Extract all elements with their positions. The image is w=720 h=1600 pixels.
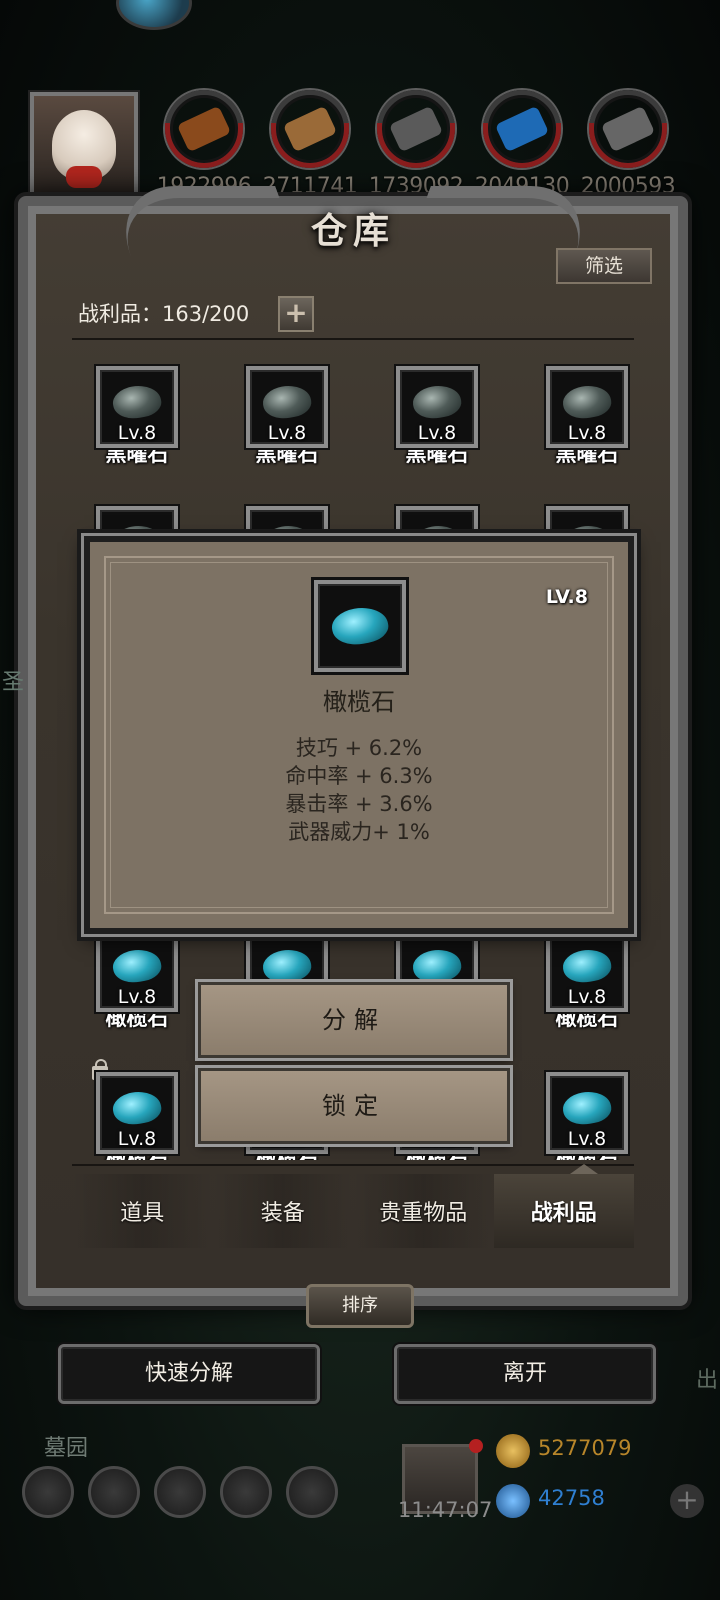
inventory-item[interactable]: Lv.8 黑曜石: [92, 366, 182, 468]
tab-valuables[interactable]: 贵重物品: [353, 1174, 494, 1248]
item-level: Lv.8: [567, 986, 607, 1008]
item-detail-popup: LV.8 橄榄石 技巧 + 6.2% 命中率 + 6.3% 暴击率 + 3.6%…: [84, 536, 634, 934]
sort-button[interactable]: 排序: [306, 1284, 414, 1328]
side-label-right: 出: [695, 1368, 718, 1393]
resource-plank[interactable]: 2711741: [256, 90, 364, 199]
stat-line: 命中率 + 6.3%: [285, 764, 433, 788]
gold-currency: 5277079: [496, 1432, 696, 1470]
olivine-icon: [329, 603, 391, 649]
resource-bar: 1922996 2711741 1739092 2049130 2000593: [150, 90, 680, 200]
side-label-left: 圣: [2, 670, 25, 695]
inventory-item[interactable]: Lv.8 黑曜石: [242, 366, 332, 468]
steel-ingot-icon: [589, 90, 667, 168]
mail-icon[interactable]: [220, 1466, 272, 1518]
stat-line: 暴击率 + 3.6%: [285, 792, 433, 816]
item-level: Lv.8: [567, 422, 607, 444]
gold-coin-icon: [496, 1434, 530, 1468]
olivine-icon: [260, 946, 314, 986]
item-level: Lv.8: [567, 1128, 607, 1150]
gem-icon: [496, 1484, 530, 1518]
decompose-button[interactable]: 分解: [195, 979, 513, 1061]
clock: 11:47:07: [398, 1498, 493, 1522]
expand-capacity-button[interactable]: +: [278, 296, 314, 332]
shop-icon[interactable]: [154, 1466, 206, 1518]
olivine-icon: [110, 946, 164, 986]
add-currency-button[interactable]: +: [670, 1484, 704, 1518]
settings-icon[interactable]: [22, 1466, 74, 1518]
bag-icon[interactable]: [286, 1466, 338, 1518]
rabbit-portrait: [52, 110, 116, 188]
tab-equipment[interactable]: 装备: [212, 1174, 353, 1248]
leave-button[interactable]: 离开: [394, 1344, 656, 1404]
obsidian-icon: [410, 382, 464, 422]
item-level: Lv.8: [117, 986, 157, 1008]
iron-ingot-icon: [377, 90, 455, 168]
active-tab-marker: [570, 1164, 598, 1174]
crystal-icon: [483, 90, 561, 168]
olivine-icon: [110, 1088, 164, 1128]
stat-line: 技巧 + 6.2%: [295, 736, 423, 760]
olivine-icon: [560, 946, 614, 986]
plank-icon: [271, 90, 349, 168]
item-level: Lv.8: [267, 422, 307, 444]
divider: [72, 338, 634, 340]
resource-crystal[interactable]: 2049130: [468, 90, 576, 199]
gem-amount: 42758: [538, 1486, 605, 1510]
obsidian-icon: [110, 382, 164, 422]
inventory-item[interactable]: Lv.8 橄榄石: [92, 930, 182, 1032]
player-avatar[interactable]: [28, 90, 140, 200]
inventory-item[interactable]: Lv.8 黑曜石: [542, 366, 632, 468]
obsidian-icon: [260, 382, 314, 422]
spoils-capacity: 战利品：163/200: [78, 302, 250, 326]
pet-icon[interactable]: [116, 0, 192, 30]
wood-log-icon: [165, 90, 243, 168]
tab-spoils[interactable]: 战利品: [493, 1174, 634, 1248]
inventory-item[interactable]: Lv.8 橄榄石: [542, 930, 632, 1032]
divider: [72, 1164, 634, 1166]
item-level: Lv.8: [117, 422, 157, 444]
item-level: Lv.8: [117, 1128, 157, 1150]
area-name: 墓园: [44, 1436, 89, 1461]
tab-items[interactable]: 道具: [72, 1174, 213, 1248]
star-icon[interactable]: [88, 1466, 140, 1518]
olivine-icon: [410, 946, 464, 986]
stat-line: 武器威力+ 1%: [288, 820, 430, 844]
gold-amount: 5277079: [538, 1436, 632, 1460]
panel-title: 仓库: [310, 210, 395, 252]
obsidian-icon: [560, 382, 614, 422]
lock-button[interactable]: 锁定: [195, 1065, 513, 1147]
item-name: 橄榄石: [323, 688, 395, 716]
resource-iron[interactable]: 1739092: [362, 90, 470, 199]
resource-steel[interactable]: 2000593: [574, 90, 682, 199]
olivine-icon: [560, 1088, 614, 1128]
inventory-item[interactable]: Lv.8 黑曜石: [392, 366, 482, 468]
inventory-item[interactable]: Lv.8 橄榄石: [92, 1059, 182, 1160]
item-level: Lv.8: [417, 422, 457, 444]
inventory-item[interactable]: Lv.8 橄榄石: [542, 1072, 632, 1160]
quick-decompose-button[interactable]: 快速分解: [58, 1344, 320, 1404]
category-tabs: 道具 装备 贵重物品 战利品: [72, 1174, 634, 1248]
hud-menu: [22, 1466, 342, 1522]
item-level: LV.8: [545, 586, 588, 608]
filter-button[interactable]: 筛选: [556, 248, 652, 284]
resource-wood[interactable]: 1922996: [150, 90, 258, 199]
gem-currency: 42758: [496, 1482, 696, 1520]
item-stats: 技巧 + 6.2% 命中率 + 6.3% 暴击率 + 3.6% 武器威力+ 1%: [90, 734, 628, 846]
item-icon-frame: [314, 580, 406, 672]
